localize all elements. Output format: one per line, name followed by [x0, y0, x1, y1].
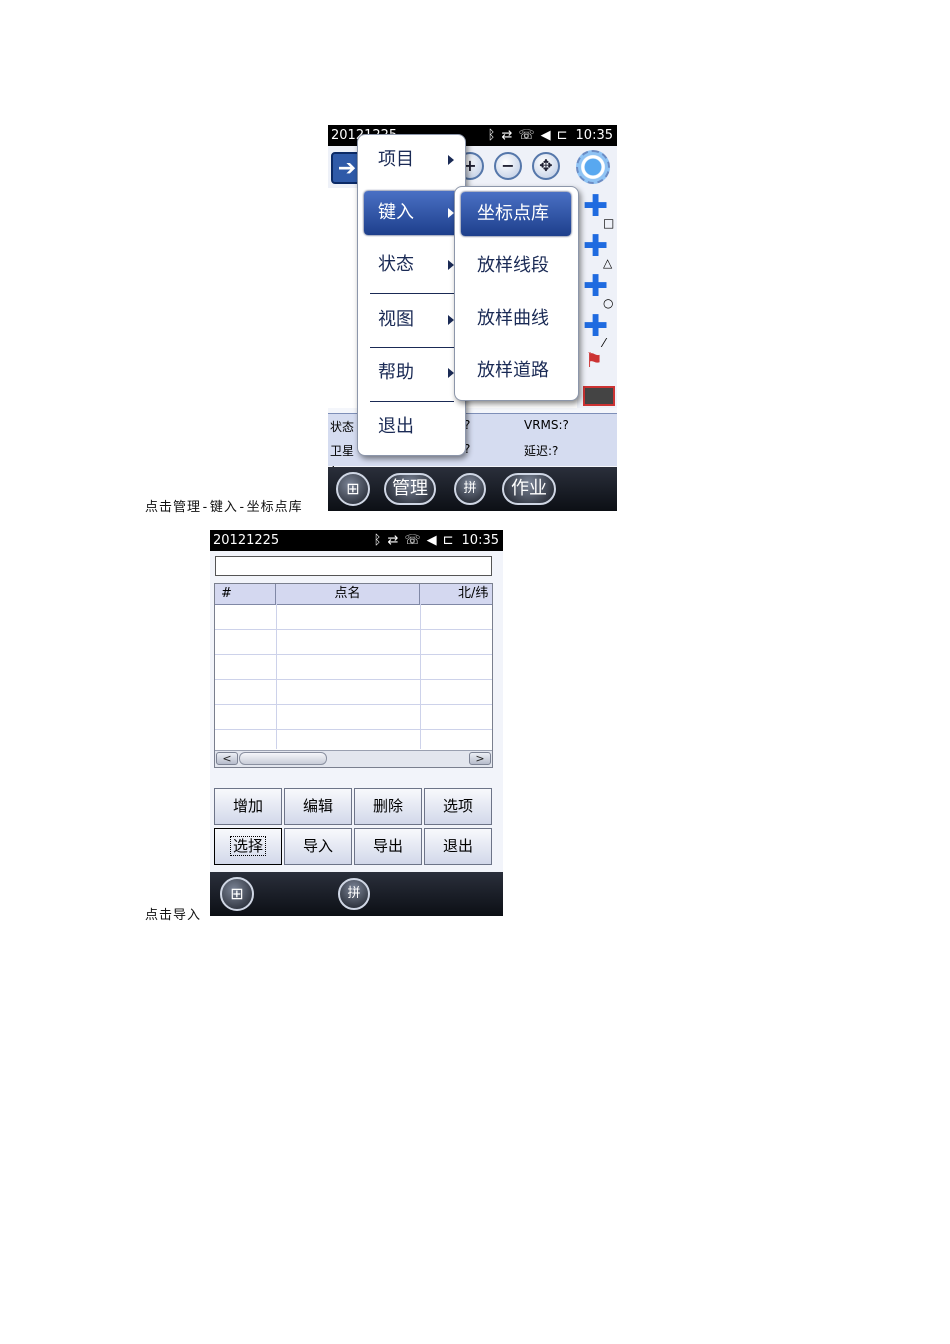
delete-button[interactable]: 删除 [354, 788, 422, 825]
locate-icon[interactable] [576, 150, 610, 184]
add-square-point-icon[interactable]: ✚ □ [583, 192, 614, 231]
pan-icon[interactable]: ✥ [532, 152, 560, 180]
select-button[interactable]: 选择 [214, 828, 282, 865]
volume-icon: ◀ [540, 128, 551, 143]
taskbar: ⊞ 拼 [210, 872, 503, 916]
zoom-out-icon[interactable]: − [494, 152, 522, 180]
menu-item-help[interactable]: 帮助 [364, 351, 458, 395]
status-time: 10:35 [575, 128, 613, 143]
sync-icon: ⇄ [387, 533, 399, 548]
table-header: # 点名 北/纬 [215, 584, 492, 605]
submenu-item-stake-road[interactable]: 放样道路 [461, 349, 571, 393]
column-header-index[interactable]: # [215, 584, 276, 604]
caption-step2: 点击导入 [145, 908, 202, 923]
status-bar: 20121225 ᛒ ⇄ ☏ ◀ ⊏ 10:35 [210, 530, 503, 551]
exit-button[interactable]: 退出 [424, 828, 492, 865]
windows-start-icon[interactable]: ⊞ [336, 472, 370, 506]
flag-gear-icon[interactable]: ⚑ [585, 348, 603, 372]
power-icon: ⊏ [442, 533, 454, 548]
table-row[interactable] [215, 604, 492, 630]
volume-icon: ◀ [426, 533, 437, 548]
column-divider [276, 604, 277, 749]
screen-point-library: 20121225 ᛒ ⇄ ☏ ◀ ⊏ 10:35 # 点名 北/纬 < > 增加 [210, 530, 503, 916]
sync-icon: ⇄ [501, 128, 513, 143]
horizontal-scrollbar[interactable]: < > [215, 750, 492, 767]
scroll-left-icon[interactable]: < [216, 752, 238, 765]
submenu-item-stake-curve[interactable]: 放样曲线 [461, 297, 571, 341]
menu-item-status[interactable]: 状态 [364, 243, 458, 287]
add-button[interactable]: 增加 [214, 788, 282, 825]
search-input[interactable] [215, 556, 492, 576]
options-button[interactable]: 选项 [424, 788, 492, 825]
info-vrms: VRMS:? [524, 418, 569, 432]
menu-item-project[interactable]: 项目 [364, 138, 458, 182]
add-line-icon[interactable]: ✚ ⁄ [583, 312, 608, 351]
manage-menu: 项目 键入 状态 视图 帮助 退出 [357, 134, 466, 456]
column-divider [420, 604, 421, 749]
menu-item-exit[interactable]: 退出 [364, 405, 458, 449]
menu-divider [370, 293, 454, 294]
import-button[interactable]: 导入 [284, 828, 352, 865]
info-delay: 延迟:? [524, 444, 559, 458]
job-button[interactable]: 作业 [502, 473, 556, 505]
bluetooth-icon: ᛒ [373, 533, 382, 548]
menu-divider [370, 347, 454, 348]
table-row[interactable] [215, 629, 492, 655]
manage-button[interactable]: 管理 [384, 473, 436, 505]
add-circle-point-icon[interactable]: ✚ ○ [583, 272, 613, 311]
caption-step1: 点击管理-键入-坐标点库 [145, 500, 303, 515]
column-header-name[interactable]: 点名 [276, 584, 420, 604]
menu-divider [370, 401, 454, 402]
input-method-button[interactable]: 拼 [454, 473, 486, 505]
info-status-label: 状态 [330, 420, 355, 434]
bluetooth-icon: ᛒ [487, 128, 496, 143]
export-button[interactable]: 导出 [354, 828, 422, 865]
info-satellite-label: 卫星 [330, 444, 355, 458]
input-submenu: 坐标点库 放样线段 放样曲线 放样道路 [454, 186, 579, 401]
edit-button[interactable]: 编辑 [284, 788, 352, 825]
scroll-right-icon[interactable]: > [469, 752, 491, 765]
windows-start-icon[interactable]: ⊞ [220, 877, 254, 911]
table-row[interactable] [215, 704, 492, 730]
add-triangle-point-icon[interactable]: ✚ △ [583, 232, 612, 271]
scroll-thumb[interactable] [239, 752, 327, 765]
column-header-north[interactable]: 北/纬 [420, 584, 492, 604]
side-tools: ✚ □ ✚ △ ✚ ○ ✚ ⁄ ⚑ [577, 188, 617, 408]
phone-icon: ☏ [518, 128, 535, 143]
status-date: 20121225 [213, 533, 280, 548]
menu-item-input[interactable]: 键入 [364, 191, 458, 235]
taskbar: ⊞ 管理 拼 作业 [328, 467, 617, 511]
power-icon: ⊏ [556, 128, 568, 143]
submenu-item-coordinate-library[interactable]: 坐标点库 [461, 192, 571, 236]
phone-icon: ☏ [404, 533, 421, 548]
menu-item-view[interactable]: 视图 [364, 298, 458, 342]
table-row[interactable] [215, 654, 492, 680]
input-method-button[interactable]: 拼 [338, 878, 370, 910]
status-time: 10:35 [461, 533, 499, 548]
battery-icon [583, 386, 615, 406]
table-row[interactable] [215, 679, 492, 705]
point-table[interactable]: # 点名 北/纬 < > [214, 583, 493, 768]
submenu-item-stake-segment[interactable]: 放样线段 [461, 244, 571, 288]
